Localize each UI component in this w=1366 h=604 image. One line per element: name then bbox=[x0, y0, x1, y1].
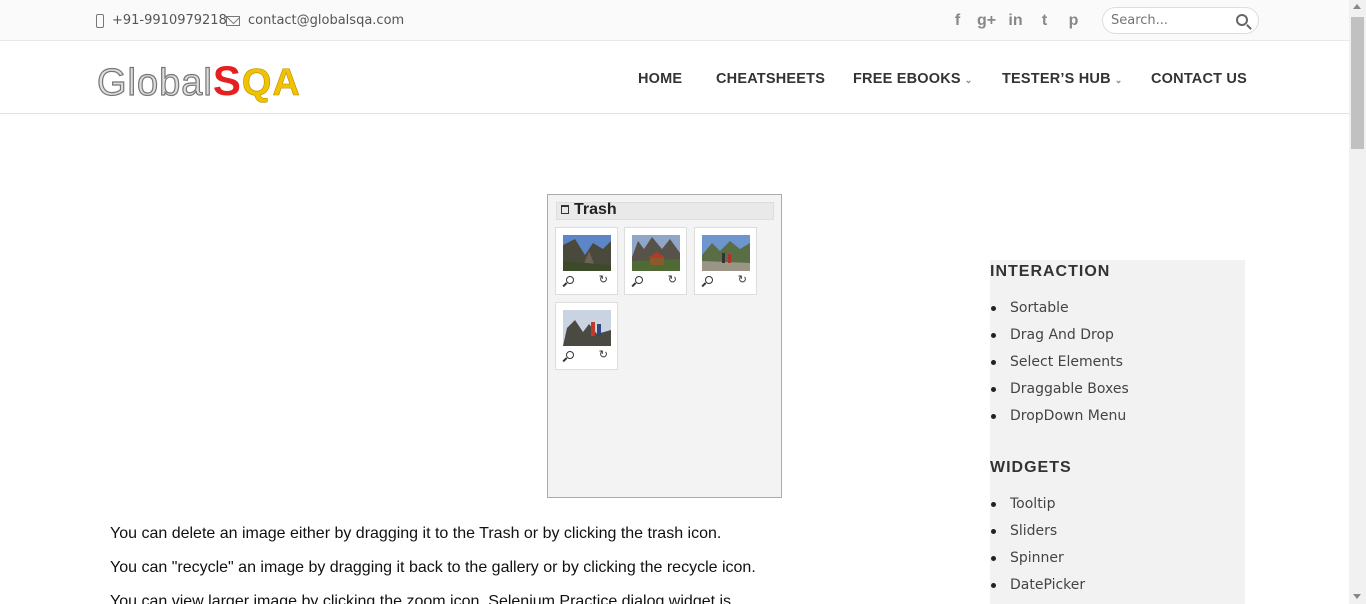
gallery-image-card[interactable]: ↻ bbox=[624, 227, 687, 295]
nav-contact-us[interactable]: CONTACT US bbox=[1151, 71, 1247, 87]
search-icon[interactable] bbox=[1236, 14, 1248, 26]
gallery-image-card[interactable]: ↻ bbox=[694, 227, 757, 295]
sidebar-heading-widgets: WIDGETS bbox=[990, 459, 1072, 476]
sidebar-item-sliders[interactable]: Sliders bbox=[990, 520, 1085, 547]
zoom-icon[interactable] bbox=[705, 276, 713, 284]
scroll-up-icon[interactable] bbox=[1353, 4, 1361, 9]
sidebar-item-datepicker[interactable]: DatePicker bbox=[990, 574, 1085, 601]
recycle-icon[interactable]: ↻ bbox=[599, 349, 608, 361]
top-bar: +91-9910979218 contact@globalsqa.com f g… bbox=[0, 0, 1349, 41]
trash-header: Trash bbox=[556, 201, 774, 220]
search-input[interactable] bbox=[1111, 13, 1229, 28]
scroll-thumb[interactable] bbox=[1351, 17, 1364, 149]
chevron-down-icon: ⌄ bbox=[1114, 75, 1123, 85]
trash-icon bbox=[561, 205, 569, 214]
gallery-image-card[interactable]: ↻ bbox=[555, 227, 618, 295]
sidebar-item-draggable-boxes[interactable]: Draggable Boxes bbox=[990, 378, 1129, 405]
linkedin-icon[interactable]: in bbox=[1006, 11, 1025, 30]
phone-icon bbox=[96, 13, 104, 28]
sidebar: INTERACTION Sortable Drag And Drop Selec… bbox=[990, 260, 1245, 604]
facebook-icon[interactable]: f bbox=[948, 11, 967, 30]
site-header: GlobalSQA HOME CHEATSHEETS FREE EBOOKS ⌄ … bbox=[0, 41, 1349, 114]
sidebar-item-sortable[interactable]: Sortable bbox=[990, 297, 1129, 324]
instruction-text: You can "recycle" an image by dragging i… bbox=[110, 559, 756, 576]
zoom-icon[interactable] bbox=[566, 351, 574, 359]
nav-testers-hub[interactable]: TESTER’S HUB ⌄ bbox=[1002, 71, 1123, 87]
trash-dropzone[interactable]: Trash ↻ ↻ ↻ ↻ bbox=[547, 194, 782, 498]
phone-number: +91-9910979218 bbox=[112, 13, 227, 28]
hikers-photo bbox=[702, 235, 750, 271]
sidebar-heading-interaction: INTERACTION bbox=[990, 263, 1111, 280]
mountain-hut-photo bbox=[632, 235, 680, 271]
widgets-list: Tooltip Sliders Spinner DatePicker bbox=[990, 493, 1085, 601]
email-contact[interactable]: contact@globalsqa.com bbox=[226, 13, 404, 28]
page-scrollbar[interactable] bbox=[1349, 0, 1366, 604]
nav-free-ebooks[interactable]: FREE EBOOKS ⌄ bbox=[853, 71, 973, 87]
gallery-image-card[interactable]: ↻ bbox=[555, 302, 618, 370]
nav-cheatsheets[interactable]: CHEATSHEETS bbox=[716, 71, 825, 87]
scroll-down-icon[interactable] bbox=[1353, 594, 1361, 599]
mountain-photo bbox=[563, 235, 611, 271]
phone-contact: +91-9910979218 bbox=[96, 13, 227, 28]
sidebar-item-dropdown-menu[interactable]: DropDown Menu bbox=[990, 405, 1129, 432]
mail-icon bbox=[226, 15, 240, 26]
zoom-icon[interactable] bbox=[635, 276, 643, 284]
sidebar-item-drag-and-drop[interactable]: Drag And Drop bbox=[990, 324, 1129, 351]
sidebar-item-spinner[interactable]: Spinner bbox=[990, 547, 1085, 574]
zoom-icon[interactable] bbox=[566, 276, 574, 284]
sidebar-item-select-elements[interactable]: Select Elements bbox=[990, 351, 1129, 378]
sidebar-item-tooltip[interactable]: Tooltip bbox=[990, 493, 1085, 520]
twitter-icon[interactable]: t bbox=[1035, 11, 1054, 30]
site-logo[interactable]: GlobalSQA bbox=[96, 57, 301, 105]
nav-home[interactable]: HOME bbox=[638, 71, 682, 87]
google-plus-icon[interactable]: g+ bbox=[977, 11, 996, 30]
recycle-icon[interactable]: ↻ bbox=[738, 274, 747, 286]
chevron-down-icon: ⌄ bbox=[964, 75, 973, 85]
interaction-list: Sortable Drag And Drop Select Elements D… bbox=[990, 297, 1129, 432]
recycle-icon[interactable]: ↻ bbox=[668, 274, 677, 286]
recycle-icon[interactable]: ↻ bbox=[599, 274, 608, 286]
instruction-text: You can delete an image either by draggi… bbox=[110, 525, 722, 542]
trash-title: Trash bbox=[574, 201, 617, 218]
email-address[interactable]: contact@globalsqa.com bbox=[248, 13, 404, 28]
search-box bbox=[1102, 7, 1259, 34]
climbers-photo bbox=[563, 310, 611, 346]
social-links: f g+ in t p bbox=[948, 11, 1083, 30]
instruction-text: You can view larger image by clicking th… bbox=[110, 593, 732, 604]
pinterest-icon[interactable]: p bbox=[1064, 11, 1083, 30]
